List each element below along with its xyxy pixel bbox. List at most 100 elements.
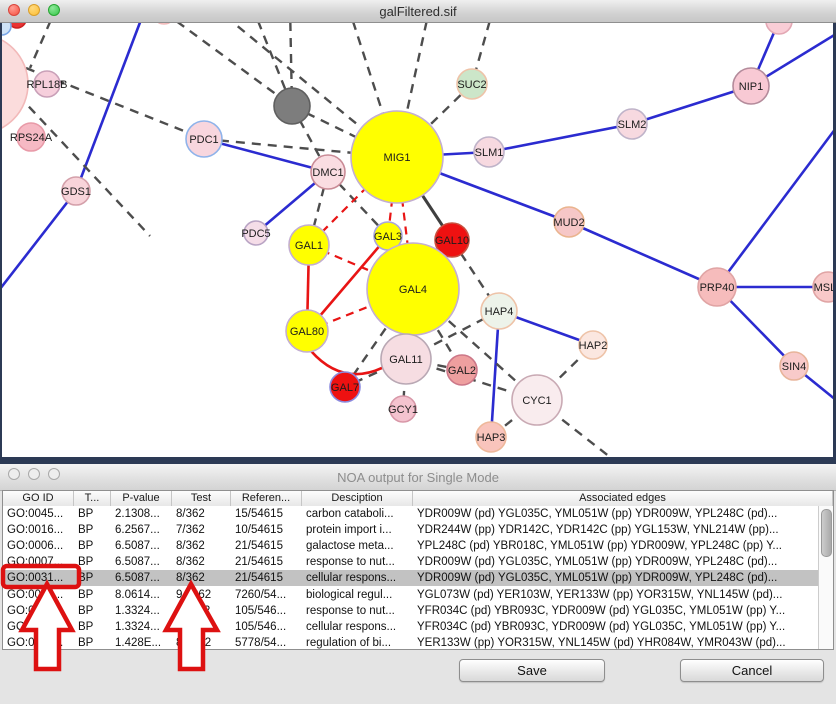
node-label: GAL80: [290, 326, 324, 338]
table-row[interactable]: GO:0065...BP8.0614...94/3627260/54...bio…: [3, 586, 833, 602]
node-label: CYC1: [522, 395, 551, 407]
table-row[interactable]: GO:0050...BP1.428E...80/3625778/54...reg…: [3, 635, 833, 650]
network-window-titlebar: galFiltered.sif: [0, 0, 836, 23]
node-label: GAL11: [389, 354, 422, 366]
cell-type: BP: [74, 605, 111, 617]
cell-p_value: 1.3324...: [111, 621, 172, 633]
cell-reference: 105/546...: [231, 605, 302, 617]
save-button[interactable]: Save: [459, 659, 605, 682]
table-header-row: GO IDT...P-valueTestReferen...Desciption…: [3, 491, 833, 507]
minimize-button[interactable]: [28, 4, 40, 16]
node-label: HAP4: [485, 306, 514, 318]
window-controls: [8, 4, 60, 16]
node-label: PRP40: [700, 282, 735, 294]
node-label: GDS1: [61, 186, 91, 198]
column-header-description[interactable]: Desciption: [302, 491, 413, 506]
cell-edges: YPL248C (pd) YBR018C, YML051W (pp) YDR00…: [413, 540, 833, 552]
node-label: GAL2: [448, 365, 476, 377]
network-edge: [204, 139, 328, 172]
cell-go_id: GO:0065...: [3, 589, 74, 601]
cell-test: 8/362: [172, 540, 231, 552]
cell-p_value: 6.5087...: [111, 572, 172, 584]
cell-description: protein import i...: [302, 524, 413, 536]
table-row[interactable]: GO:0031...BP1.3324...11/362105/546...cel…: [3, 619, 833, 635]
network-edge: [18, 95, 150, 236]
cell-go_id: GO:0031...: [3, 572, 74, 584]
minimize-button[interactable]: [28, 468, 40, 480]
cell-go_id: GO:0016...: [3, 524, 74, 536]
table-row[interactable]: GO:0006...BP6.5087...8/36221/54615galact…: [3, 538, 833, 554]
network-edge: [491, 311, 499, 437]
cell-edges: YER133W (pp) YOR315W, YNL145W (pd) YHR08…: [413, 637, 833, 649]
canvas-border-left: [0, 22, 2, 457]
noa-output-window: NOA output for Single Mode GO IDT...P-va…: [0, 464, 836, 704]
cell-go_id: GO:0031...: [3, 621, 74, 633]
cell-type: BP: [74, 637, 111, 649]
node-label: SLM2: [618, 119, 647, 131]
close-button[interactable]: [8, 4, 20, 16]
cell-type: BP: [74, 621, 111, 633]
column-header-type[interactable]: T...: [74, 491, 111, 506]
cell-test: 8/362: [172, 572, 231, 584]
network-edge: [569, 222, 717, 287]
column-header-reference[interactable]: Referen...: [231, 491, 302, 506]
close-button[interactable]: [8, 468, 20, 480]
cell-reference: 7260/54...: [231, 589, 302, 601]
cell-edges: YDR009W (pd) YGL035C, YML051W (pp) YDR00…: [413, 572, 833, 584]
node-label: RPS24A: [10, 132, 53, 144]
node-label: MUD2: [553, 217, 584, 229]
node-label: NIP1: [739, 81, 763, 93]
column-header-p_value[interactable]: P-value: [111, 491, 172, 506]
cell-description: response to nut...: [302, 605, 413, 617]
node-label: GCY1: [388, 404, 418, 416]
cancel-button[interactable]: Cancel: [680, 659, 824, 682]
cell-go_id: GO:0006...: [3, 540, 74, 552]
column-header-test[interactable]: Test: [172, 491, 231, 506]
node-graynode[interactable]: [274, 88, 310, 124]
table-row[interactable]: GO:0031...BP1.3324...11/362105/546...res…: [3, 603, 833, 619]
cell-edges: YGL073W (pd) YER103W, YER133W (pp) YOR31…: [413, 589, 833, 601]
node-label: RPL18B: [27, 79, 68, 91]
vertical-scrollbar[interactable]: [818, 506, 833, 649]
node-label: HAP2: [579, 340, 608, 352]
table-row[interactable]: GO:0045...BP2.1308...8/36215/54615carbon…: [3, 506, 833, 522]
cell-reference: 10/54615: [231, 524, 302, 536]
screen: RPL18BRPS24AGDS1PDC1DMC1MIG1SLM1SUC2SLM2…: [0, 0, 836, 704]
table-row[interactable]: GO:0007...BP6.5087...8/36221/54615respon…: [3, 554, 833, 570]
cell-description: response to nut...: [302, 556, 413, 568]
node-label: PDC5: [241, 228, 270, 240]
cell-description: cellular respons...: [302, 621, 413, 633]
cell-p_value: 1.3324...: [111, 605, 172, 617]
cell-type: BP: [74, 556, 111, 568]
cell-reference: 21/54615: [231, 572, 302, 584]
node-label: GAL1: [295, 240, 323, 252]
cell-reference: 21/54615: [231, 540, 302, 552]
zoom-button[interactable]: [48, 4, 60, 16]
node-bigpink[interactable]: [0, 34, 28, 134]
node-label: SIN4: [782, 361, 806, 373]
cell-edges: YDR244W (pp) YDR142C, YDR142C (pp) YGL15…: [413, 524, 833, 536]
cell-edges: YFR034C (pd) YBR093C, YDR009W (pd) YGL03…: [413, 621, 833, 633]
network-canvas[interactable]: RPL18BRPS24AGDS1PDC1DMC1MIG1SLM1SUC2SLM2…: [0, 0, 836, 457]
zoom-button[interactable]: [48, 468, 60, 480]
column-header-edges[interactable]: Associated edges: [413, 491, 833, 506]
cell-test: 8/362: [172, 556, 231, 568]
table-row[interactable]: GO:0031...BP6.5087...8/36221/54615cellul…: [3, 570, 833, 586]
cell-reference: 15/54615: [231, 508, 302, 520]
node-label: DMC1: [312, 167, 343, 179]
cell-go_id: GO:0031...: [3, 605, 74, 617]
cell-test: 80/362: [172, 637, 231, 649]
cell-p_value: 1.428E...: [111, 637, 172, 649]
results-table: GO IDT...P-valueTestReferen...Desciption…: [2, 490, 834, 650]
canvas-border-bottom: [0, 457, 836, 464]
cell-p_value: 6.5087...: [111, 540, 172, 552]
cell-test: 94/362: [172, 589, 231, 601]
table-row[interactable]: GO:0016...BP6.2567...7/36210/54615protei…: [3, 522, 833, 538]
cell-type: BP: [74, 524, 111, 536]
node-label: GAL3: [374, 231, 402, 243]
node-label: GAL4: [399, 284, 427, 296]
cell-type: BP: [74, 540, 111, 552]
scrollbar-thumb[interactable]: [821, 509, 832, 557]
column-header-go_id[interactable]: GO ID: [3, 491, 74, 506]
cell-p_value: 6.5087...: [111, 556, 172, 568]
